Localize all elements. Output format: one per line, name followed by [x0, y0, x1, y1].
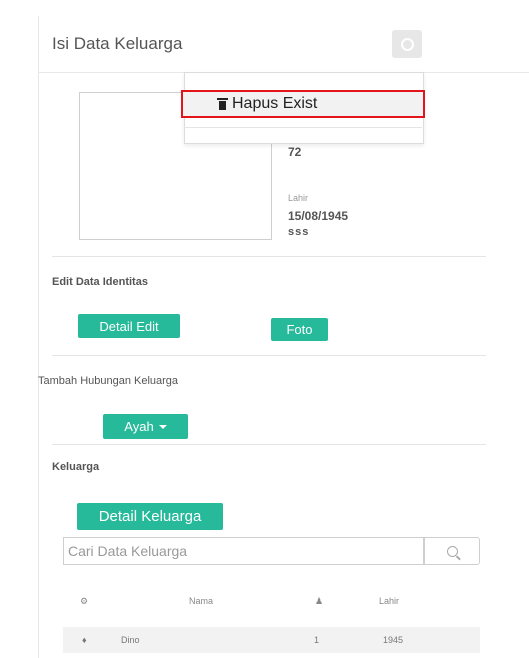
person-icon: ♦	[82, 635, 87, 645]
family-section-title: Keluarga	[52, 461, 100, 473]
delete-exist-menu-item[interactable]: Hapus Exist	[181, 90, 425, 118]
edit-section-title: Edit Data Identitas	[52, 276, 148, 288]
search-button[interactable]	[424, 537, 480, 565]
delete-exist-label: Hapus Exist	[232, 95, 318, 112]
detail-family-button[interactable]: Detail Keluarga	[77, 503, 223, 530]
birth-date: 15/08/1945	[288, 209, 349, 223]
relation-select-value: Ayah	[124, 419, 154, 434]
settings-button[interactable]	[392, 30, 422, 58]
gear-col-icon[interactable]: ⚙	[80, 596, 88, 607]
trash-icon	[217, 98, 228, 110]
search-icon	[446, 545, 458, 557]
relation-select-button[interactable]: Ayah	[103, 414, 188, 439]
user-col-icon[interactable]: ♟	[315, 596, 323, 607]
dropdown-divider	[184, 127, 422, 128]
row-count: 1	[314, 635, 320, 645]
age-value: 72	[288, 145, 302, 159]
divider	[52, 256, 486, 257]
search-input[interactable]	[63, 537, 424, 565]
relation-section-title: Tambah Hubungan Keluarga	[38, 375, 179, 387]
photo-button[interactable]: Foto	[271, 318, 328, 341]
profile-extra: sss	[288, 226, 310, 238]
gear-icon	[400, 37, 414, 51]
row-name: Dino	[121, 635, 140, 645]
divider	[52, 444, 486, 445]
divider	[52, 355, 486, 356]
row-year: 1945	[383, 635, 404, 645]
birth-label: Lahir	[288, 193, 309, 203]
page-title: Isi Data Keluarga	[52, 34, 183, 53]
detail-edit-button[interactable]: Detail Edit	[78, 314, 180, 338]
column-header-name[interactable]: Nama	[189, 596, 213, 606]
caret-down-icon	[158, 424, 167, 429]
column-header-birth[interactable]: Lahir	[379, 596, 399, 606]
